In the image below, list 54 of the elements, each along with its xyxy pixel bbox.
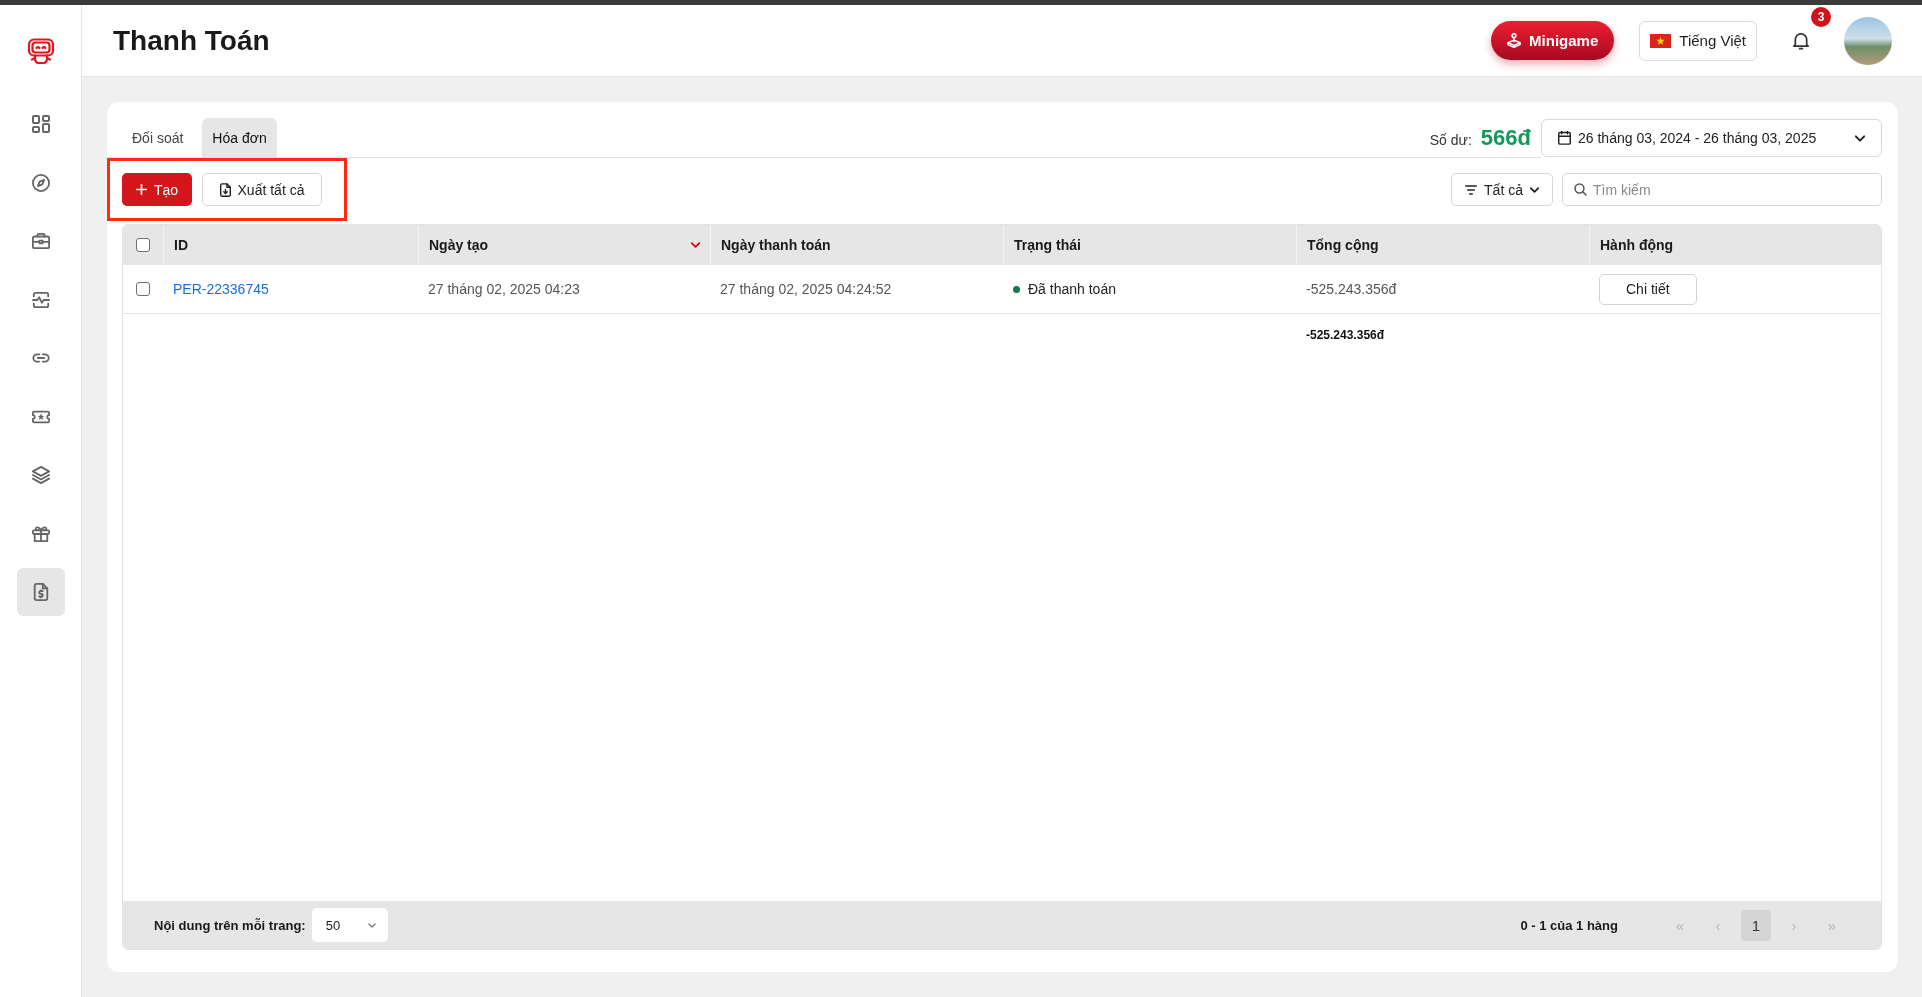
column-header: Tổng cộng	[1307, 237, 1379, 253]
rows-per-page-select[interactable]: 50	[311, 908, 388, 942]
rows-per-page-label: Nội dung trên mỗi trang:	[154, 917, 306, 933]
gift-icon	[31, 524, 50, 543]
tab[interactable]: Đối soát	[122, 118, 194, 157]
column-header: Trạng thái	[1014, 237, 1081, 253]
invoice-icon	[31, 583, 50, 601]
chevron-down-icon	[367, 922, 376, 928]
balance-label: Số dư:	[1429, 131, 1472, 148]
layers-icon	[31, 466, 50, 484]
balance-value: 566đ	[1480, 124, 1531, 151]
detail-button[interactable]: Chi tiết	[1599, 273, 1697, 305]
row-range-label: 0 - 1 của 1 hàng	[1520, 917, 1618, 933]
export-button[interactable]: Xuất tất cả	[202, 173, 322, 206]
chevron-down-icon	[1529, 186, 1539, 193]
column-header: ID	[174, 237, 188, 253]
column-header: Ngày thanh toán	[721, 237, 831, 253]
row-checkbox[interactable]	[136, 282, 150, 296]
date-range-picker[interactable]: 26 tháng 03, 2024 - 26 tháng 03, 2025	[1541, 119, 1882, 157]
bell-icon[interactable]	[1793, 31, 1809, 50]
sort-caret-icon[interactable]	[691, 242, 700, 248]
notification-badge: 3	[1811, 6, 1831, 27]
briefcase-icon	[31, 232, 50, 250]
filter-dropdown[interactable]: Tất cả	[1451, 173, 1553, 206]
column-header: Hành động	[1600, 237, 1674, 253]
flag-icon	[1650, 33, 1672, 48]
search-icon	[1574, 183, 1587, 196]
search-field[interactable]: Tìm kiếm	[1562, 173, 1882, 206]
column-header: Ngày tạo	[429, 237, 489, 253]
status-label: Đã thanh toán	[1028, 281, 1116, 297]
joystick-icon	[1507, 33, 1522, 48]
table-cell-text: -525.243.356đ	[1305, 280, 1398, 299]
page-button[interactable]: 1	[1741, 909, 1771, 941]
calendar-icon	[1558, 131, 1571, 145]
table-cell-text: 27 tháng 02, 2025 04:24:52	[719, 280, 893, 299]
avatar[interactable]	[1844, 16, 1892, 65]
table-cell-text: 27 tháng 02, 2025 04:23	[427, 280, 581, 299]
sidebar-item[interactable]	[16, 568, 65, 616]
language-button[interactable]: Tiếng Việt	[1639, 20, 1757, 61]
compass-icon	[31, 173, 50, 192]
pulse-icon	[31, 290, 50, 309]
page-title: Thanh Toán	[113, 23, 270, 58]
minigame-button[interactable]: Minigame	[1491, 21, 1615, 60]
plus-icon	[135, 184, 147, 195]
summary-total: -525.243.356đ	[1306, 328, 1385, 342]
create-button[interactable]: Tạo	[122, 173, 192, 206]
tab[interactable]: Hóa đơn	[202, 118, 277, 157]
invoice-id-link[interactable]: PER-22336745	[173, 281, 269, 297]
dashboard-icon	[31, 115, 50, 133]
file-download-icon	[219, 182, 231, 197]
filter-icon	[1465, 184, 1478, 195]
select-all-checkbox[interactable]	[136, 238, 150, 252]
robot-logo-icon	[26, 38, 55, 66]
chevron-down-icon	[1855, 134, 1865, 142]
